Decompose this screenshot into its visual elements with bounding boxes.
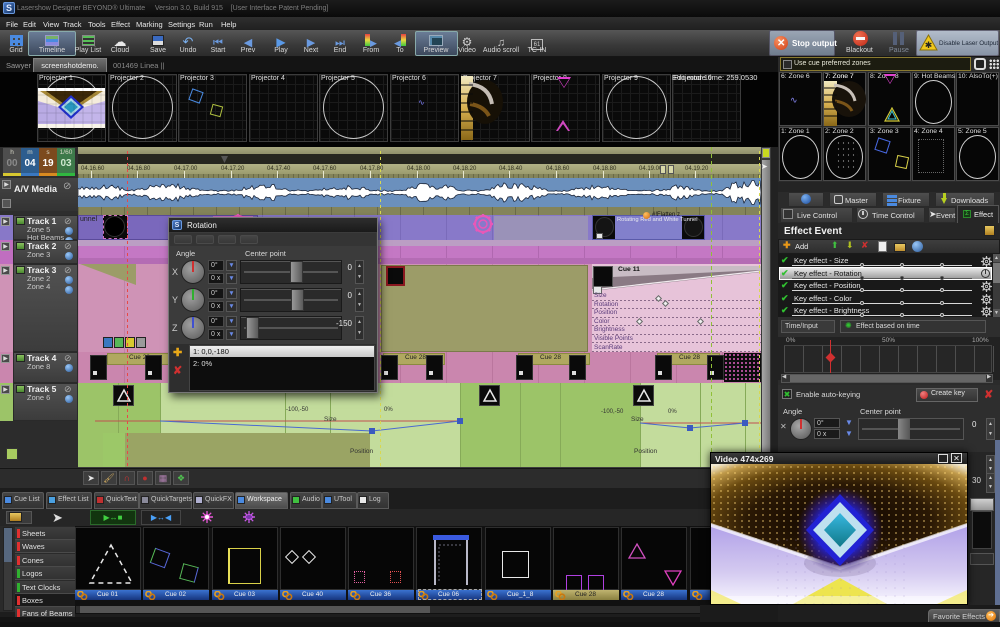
svg-text:✱: ✱	[925, 40, 933, 50]
